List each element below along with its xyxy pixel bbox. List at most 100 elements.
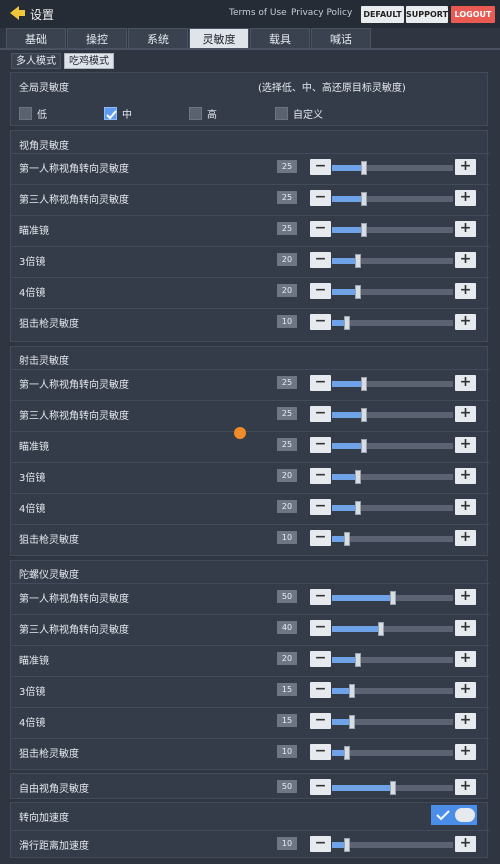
decrease-button[interactable]: − [310, 499, 331, 515]
slider-handle[interactable] [390, 591, 396, 605]
increase-button[interactable]: + [455, 190, 476, 206]
increase-button[interactable]: + [455, 779, 476, 795]
increase-button[interactable]: + [455, 744, 476, 760]
slider-track[interactable] [332, 591, 453, 605]
decrease-button[interactable]: − [310, 283, 331, 299]
slider-track[interactable] [332, 192, 453, 206]
slider-handle[interactable] [361, 223, 367, 237]
decrease-button[interactable]: − [310, 252, 331, 268]
logout-button[interactable]: LOGOUT [451, 6, 495, 23]
slider-track[interactable] [332, 161, 453, 175]
slider-handle[interactable] [344, 532, 350, 546]
increase-button[interactable]: + [455, 499, 476, 515]
slider-handle[interactable] [344, 838, 350, 852]
slider-track[interactable] [332, 838, 453, 852]
decrease-button[interactable]: − [310, 314, 331, 330]
slider-handle[interactable] [349, 684, 355, 698]
increase-button[interactable]: + [455, 836, 476, 852]
back-arrow-icon[interactable] [8, 5, 26, 21]
terms-of-use-link[interactable]: Terms of Use [229, 8, 287, 18]
increase-button[interactable]: + [455, 468, 476, 484]
privacy-policy-link[interactable]: Privacy Policy [291, 8, 352, 18]
increase-button[interactable]: + [455, 221, 476, 237]
increase-button[interactable]: + [455, 252, 476, 268]
slider-fill [332, 412, 364, 418]
slider-handle[interactable] [361, 192, 367, 206]
increase-button[interactable]: + [455, 437, 476, 453]
decrease-button[interactable]: − [310, 589, 331, 605]
slider-handle[interactable] [355, 254, 361, 268]
default-button[interactable]: DEFAULT [361, 6, 404, 23]
tab-controls[interactable]: 操控 [67, 28, 127, 49]
increase-button[interactable]: + [455, 682, 476, 698]
tab-vehicle[interactable]: 载具 [250, 28, 310, 49]
tab-voice[interactable]: 喊话 [311, 28, 371, 49]
option-high-checkbox[interactable] [189, 107, 202, 120]
increase-button[interactable]: + [455, 589, 476, 605]
mode-battle-royale[interactable]: 吃鸡模式 [64, 53, 114, 69]
decrease-button[interactable]: − [310, 713, 331, 729]
increase-button[interactable]: + [455, 283, 476, 299]
option-custom-checkbox[interactable] [275, 107, 288, 120]
slider-track[interactable] [332, 781, 453, 795]
decrease-button[interactable]: − [310, 437, 331, 453]
slider-track[interactable] [332, 223, 453, 237]
slider-track[interactable] [332, 653, 453, 667]
slider-handle[interactable] [344, 316, 350, 330]
slider-track[interactable] [332, 254, 453, 268]
tab-sensitivity[interactable]: 灵敏度 [189, 28, 249, 49]
increase-button[interactable]: + [455, 651, 476, 667]
slider-track[interactable] [332, 285, 453, 299]
decrease-button[interactable]: − [310, 159, 331, 175]
slider-handle[interactable] [344, 746, 350, 760]
decrease-button[interactable]: − [310, 468, 331, 484]
slider-handle[interactable] [355, 653, 361, 667]
slider-track[interactable] [332, 532, 453, 546]
decrease-button[interactable]: − [310, 375, 331, 391]
slider-track[interactable] [332, 439, 453, 453]
increase-button[interactable]: + [455, 713, 476, 729]
slider-handle[interactable] [390, 781, 396, 795]
increase-button[interactable]: + [455, 530, 476, 546]
slider-handle[interactable] [355, 470, 361, 484]
slider-handle[interactable] [361, 377, 367, 391]
turn-accel-toggle[interactable] [431, 805, 477, 825]
decrease-button[interactable]: − [310, 682, 331, 698]
decrease-button[interactable]: − [310, 744, 331, 760]
slider-handle[interactable] [361, 439, 367, 453]
slider-track[interactable] [332, 715, 453, 729]
decrease-button[interactable]: − [310, 190, 331, 206]
slider-handle[interactable] [349, 715, 355, 729]
slider-track[interactable] [332, 501, 453, 515]
mode-multiplayer[interactable]: 多人模式 [11, 53, 61, 69]
decrease-button[interactable]: − [310, 620, 331, 636]
slider-handle[interactable] [355, 285, 361, 299]
slider-track[interactable] [332, 684, 453, 698]
option-low-checkbox[interactable] [19, 107, 32, 120]
support-button[interactable]: SUPPORT [406, 6, 448, 23]
tab-system[interactable]: 系统 [128, 28, 188, 49]
decrease-button[interactable]: − [310, 221, 331, 237]
slider-track[interactable] [332, 470, 453, 484]
decrease-button[interactable]: − [310, 406, 331, 422]
increase-button[interactable]: + [455, 314, 476, 330]
tab-basic[interactable]: 基础 [6, 28, 66, 49]
option-medium-checkbox[interactable] [104, 107, 117, 120]
slider-handle[interactable] [361, 408, 367, 422]
slider-track[interactable] [332, 746, 453, 760]
slider-handle[interactable] [355, 501, 361, 515]
slider-track[interactable] [332, 622, 453, 636]
slider-track[interactable] [332, 377, 453, 391]
decrease-button[interactable]: − [310, 530, 331, 546]
slider-track[interactable] [332, 408, 453, 422]
slider-handle[interactable] [378, 622, 384, 636]
decrease-button[interactable]: − [310, 779, 331, 795]
increase-button[interactable]: + [455, 406, 476, 422]
increase-button[interactable]: + [455, 375, 476, 391]
slider-handle[interactable] [361, 161, 367, 175]
slider-track[interactable] [332, 316, 453, 330]
increase-button[interactable]: + [455, 620, 476, 636]
increase-button[interactable]: + [455, 159, 476, 175]
decrease-button[interactable]: − [310, 651, 331, 667]
decrease-button[interactable]: − [310, 836, 331, 852]
